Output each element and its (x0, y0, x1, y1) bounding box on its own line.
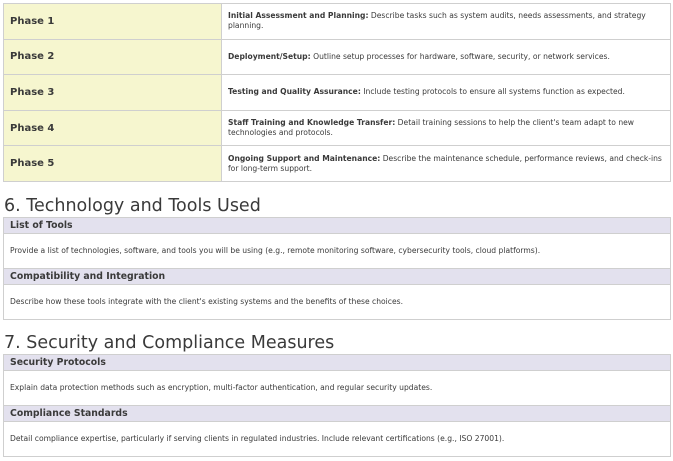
phase-name: Phase 4 (3, 109, 222, 147)
subheading-security-protocols: Security Protocols (4, 355, 670, 371)
security-info-box: Security Protocols Explain data protecti… (3, 354, 671, 457)
phase-description-text: Outline setup processes for hardware, so… (310, 51, 610, 61)
phase-description: Deployment/Setup: Outline setup processe… (221, 38, 671, 76)
phase-name: Phase 1 (3, 3, 222, 40)
technology-info-box: List of Tools Provide a list of technolo… (3, 217, 671, 320)
phase-description-text: Include testing protocols to ensure all … (360, 87, 625, 97)
phase-description: Staff Training and Knowledge Transfer: D… (221, 109, 671, 147)
section-heading-security: 7. Security and Compliance Measures (4, 333, 335, 353)
section-heading-technology: 6. Technology and Tools Used (4, 196, 261, 216)
table-row: Phase 5 Ongoing Support and Maintenance:… (3, 145, 671, 183)
phase-name: Phase 5 (3, 145, 222, 183)
table-row: Phase 3 Testing and Quality Assurance: I… (3, 74, 671, 111)
phase-description-lead: Staff Training and Knowledge Transfer: (228, 118, 396, 128)
phase-name: Phase 3 (3, 74, 222, 111)
subheading-compliance-standards: Compliance Standards (4, 406, 670, 422)
phase-description: Testing and Quality Assurance: Include t… (221, 74, 671, 111)
phase-name: Phase 2 (3, 38, 222, 76)
compliance-standards-text: Detail compliance expertise, particularl… (10, 434, 505, 443)
table-row: Phase 4 Staff Training and Knowledge Tra… (3, 109, 671, 147)
phase-description-lead: Initial Assessment and Planning: (228, 11, 369, 21)
phase-timeline-table: Phase 1 Initial Assessment and Planning:… (3, 3, 671, 183)
phase-description: Ongoing Support and Maintenance: Describ… (221, 145, 671, 183)
phase-description-lead: Testing and Quality Assurance: (228, 87, 361, 97)
compatibility-text: Describe how these tools integrate with … (10, 297, 404, 306)
table-row: Phase 1 Initial Assessment and Planning:… (3, 3, 671, 40)
security-protocols-text: Explain data protection methods such as … (4, 371, 670, 406)
phase-description-lead: Ongoing Support and Maintenance: (228, 153, 381, 163)
subheading-list-of-tools: List of Tools (4, 218, 670, 234)
table-row: Phase 2 Deployment/Setup: Outline setup … (3, 38, 671, 76)
subheading-compatibility: Compatibility and Integration (4, 269, 670, 285)
phase-description: Initial Assessment and Planning: Describ… (221, 3, 671, 40)
phase-description-lead: Deployment/Setup: (228, 51, 311, 61)
list-of-tools-text: Provide a list of technologies, software… (4, 234, 670, 269)
